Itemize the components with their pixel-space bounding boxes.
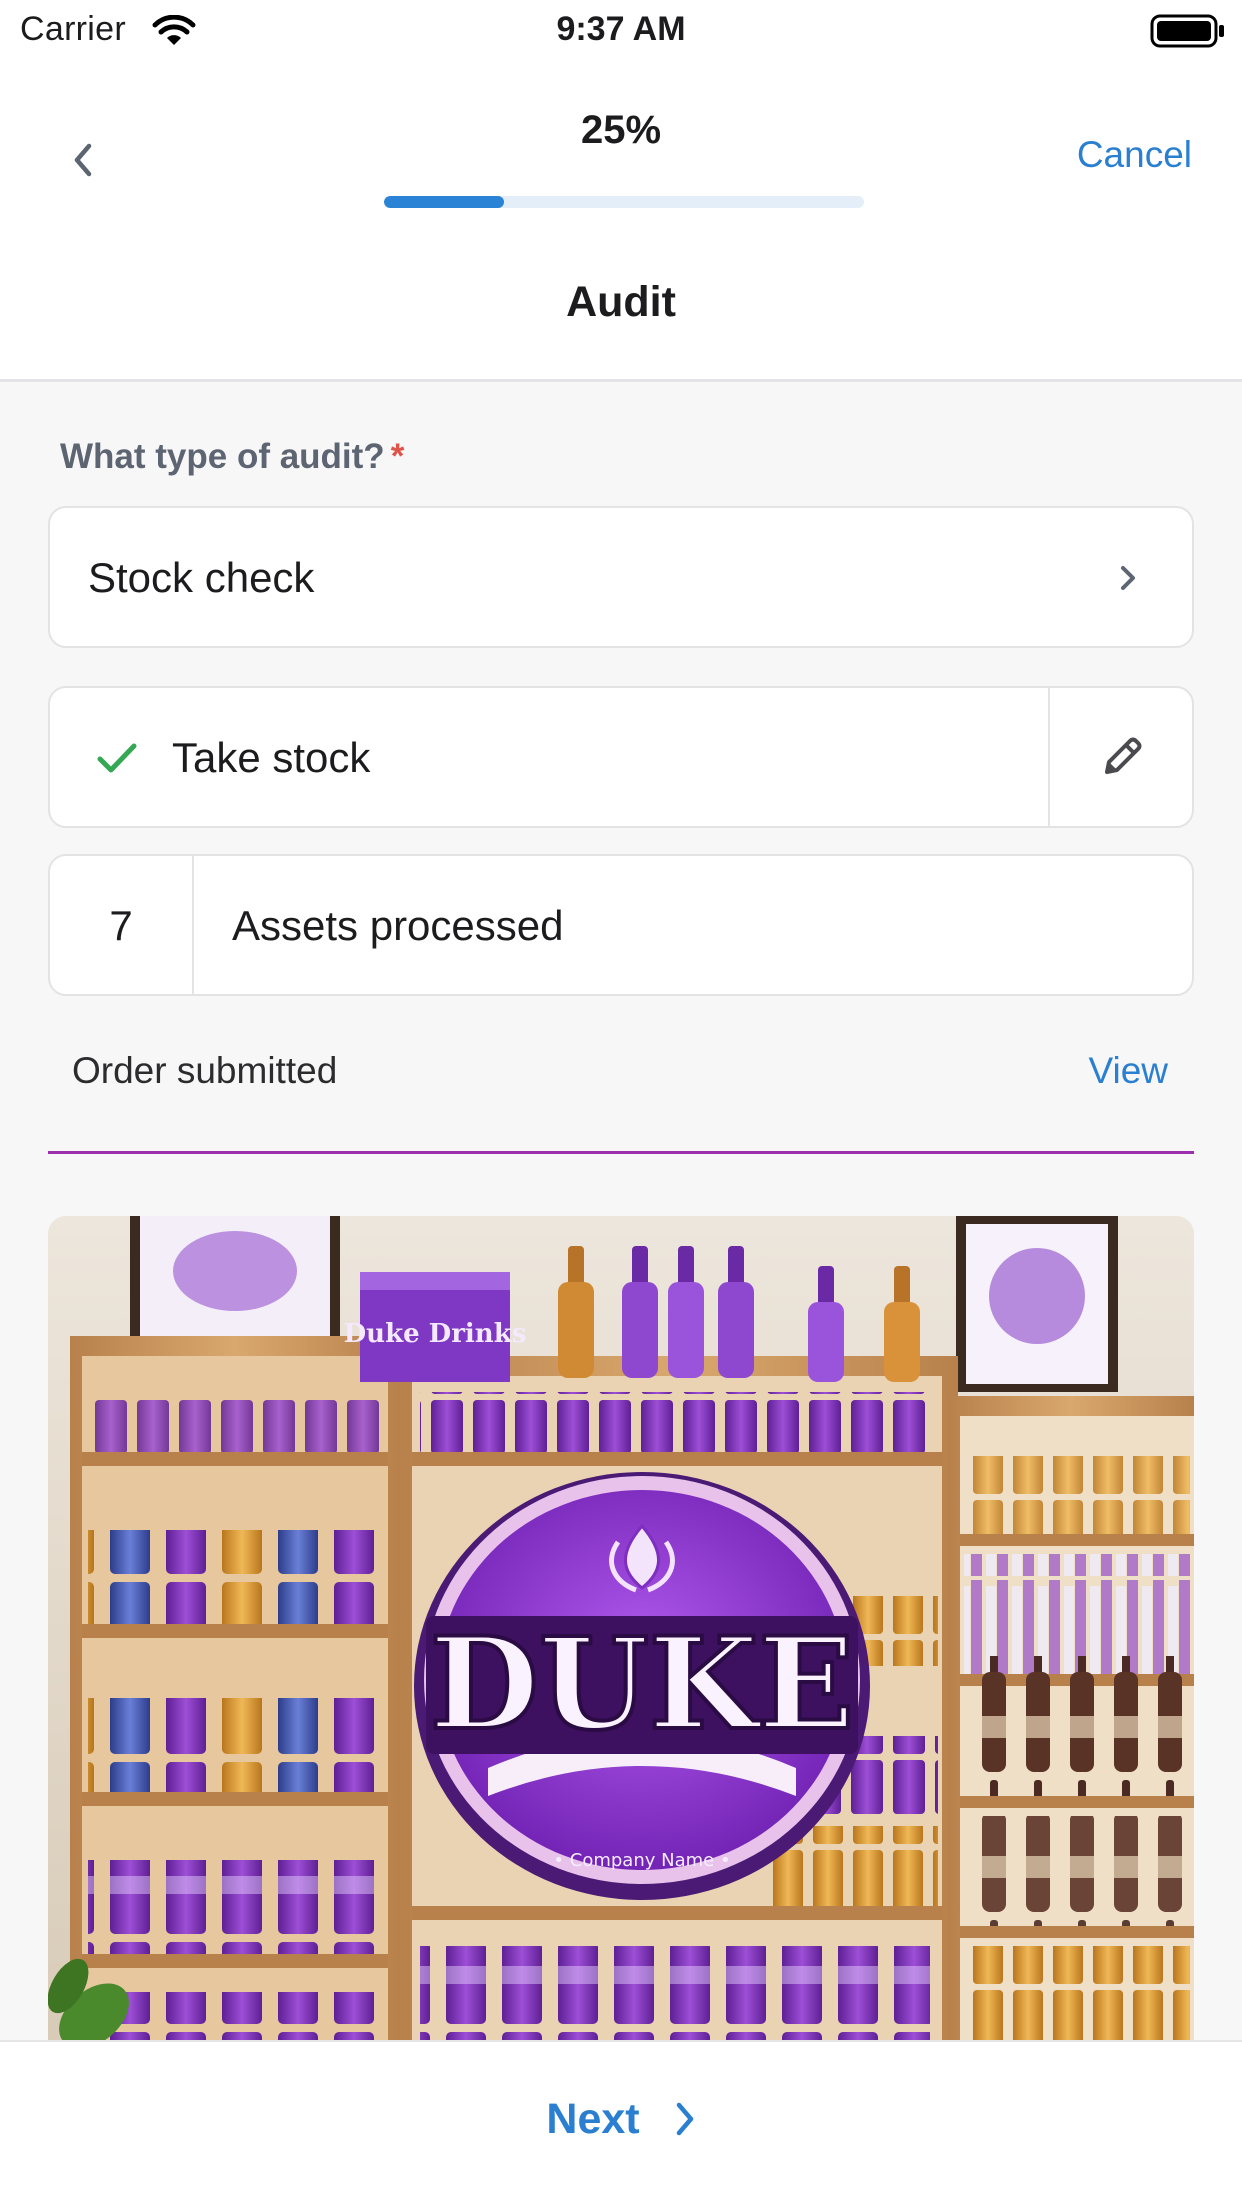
bottom-bar: Next	[0, 2040, 1242, 2208]
order-status-label: Order submitted	[72, 1050, 338, 1091]
page-title: Audit	[566, 278, 676, 326]
progress-bar	[384, 196, 864, 208]
edit-task-button[interactable]	[1050, 688, 1194, 826]
task-label: Take stock	[172, 734, 371, 781]
audit-type-select[interactable]: Stock check	[48, 506, 1194, 648]
progress-bar-fill	[384, 196, 504, 208]
status-time: 9:37 AM	[556, 10, 686, 48]
box-brand-text: Duke Drinks	[344, 1319, 527, 1349]
assets-label: Assets processed	[232, 902, 564, 949]
assets-count: 7	[109, 902, 133, 949]
progress-percent: 25%	[580, 108, 662, 152]
battery-icon	[1150, 14, 1224, 48]
audit-type-label: What type of audit? *	[60, 437, 404, 477]
audit-type-value: Stock check	[88, 554, 315, 601]
task-take-stock[interactable]: Take stock	[48, 686, 1194, 828]
wizard-header: 25% Cancel Audit	[0, 64, 1242, 382]
order-status-row: Order submitted View	[48, 1030, 1194, 1154]
duke-sign: DUKE • Company Name •	[414, 1472, 870, 1900]
pencil-icon	[1105, 737, 1142, 774]
status-bar: Carrier 9:37 AM	[0, 0, 1242, 64]
assets-processed-card: 7 Assets processed	[48, 854, 1194, 996]
divider	[192, 856, 194, 994]
next-button[interactable]: Next	[0, 2084, 1242, 2154]
next-label: Next	[546, 2094, 640, 2143]
shelf-photo-image: Duke Drinks DUKE • Company Name •	[48, 1216, 1194, 2040]
audit-type-question: What type of audit?	[60, 437, 385, 476]
checkmark-icon	[97, 743, 137, 773]
chevron-right-icon	[1121, 566, 1135, 590]
sign-title: DUKE	[430, 1610, 855, 1758]
sign-subtitle: • Company Name •	[553, 1850, 730, 1871]
required-marker: *	[390, 437, 405, 476]
cancel-button[interactable]: Cancel	[1077, 134, 1192, 176]
view-order-link[interactable]: View	[1088, 1050, 1168, 1092]
chevron-right-icon	[676, 2102, 693, 2136]
shelf-photo: Duke Drinks DUKE • Company Name •	[48, 1216, 1194, 2040]
